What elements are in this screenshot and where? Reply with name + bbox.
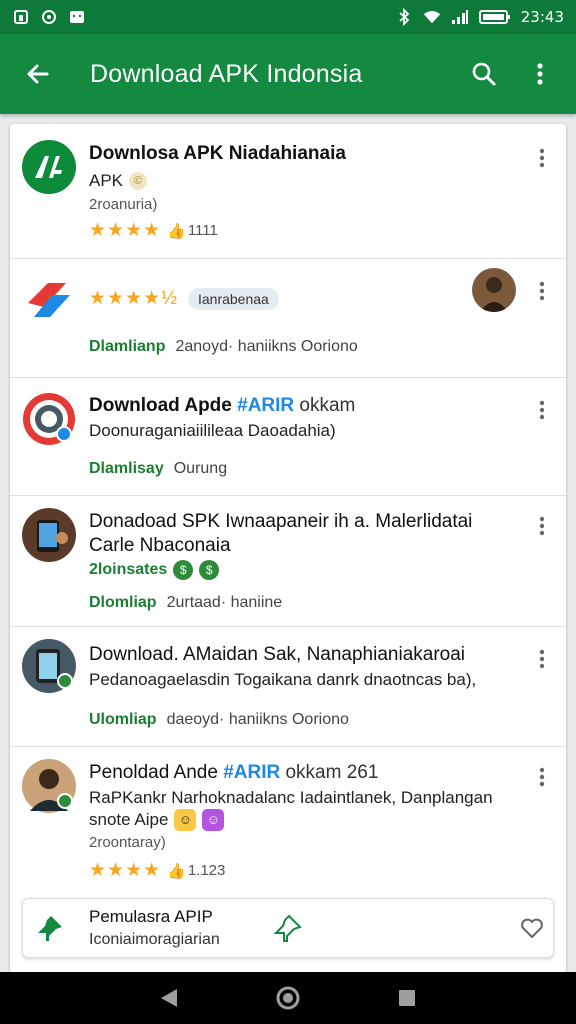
app-logo-icon	[22, 392, 76, 446]
wifi-icon	[423, 8, 441, 26]
app-thumbnail-icon	[22, 639, 76, 693]
thumbs-up-icon: 👍	[167, 222, 186, 240]
item-menu-button[interactable]	[530, 765, 554, 789]
list-item[interactable]: ★★★★½ Ianrabenaa Dlamlianp 2anoyd· hanii…	[10, 259, 566, 378]
list-item[interactable]: Donadoad SPK Iwnaapaneir ih a. Malerlida…	[10, 496, 566, 627]
emoji-icon: ☺	[202, 809, 225, 831]
bottom-promo-card[interactable]: Pemulasra APIP Iconiaimoragiarian	[22, 898, 554, 958]
category-chip[interactable]: Ianrabenaa	[187, 287, 279, 310]
square-recents-icon	[398, 990, 415, 1006]
item-meta: 2anoyd· haniikns Ooriono	[175, 338, 358, 355]
app-subtitle: APK	[89, 171, 124, 190]
app-title: Download. AMaidan Sak, Nanaphianiakaroai	[89, 644, 466, 665]
verified-icon: $	[173, 560, 194, 580]
circle-home-icon	[276, 986, 300, 1010]
download-count: 2roanuria)	[89, 196, 158, 213]
app-subtitle: RaPKankr Narhoknadalanc Iadaintlanek, Da…	[89, 788, 493, 807]
star-rating-icon: ★★★★½	[89, 288, 178, 309]
app-thumbnail-icon	[22, 508, 76, 562]
download-count: 2loinsates	[89, 561, 168, 578]
coin-icon: ©	[129, 172, 148, 190]
app-subtitle: Doonuraganiaiilileaa Daoadahia)	[89, 421, 336, 440]
more-vert-icon	[539, 400, 545, 420]
item-menu-button[interactable]	[530, 398, 554, 422]
more-vert-icon	[539, 767, 545, 787]
avatar	[22, 759, 76, 813]
list-item[interactable]: Download Apde #ARIR okkam Doonuraganiaii…	[10, 378, 566, 496]
app-subtitle-line2: snote Aipe	[89, 810, 169, 829]
system-nav-bar	[0, 972, 576, 1024]
app-title: Penoldad Ande	[89, 762, 218, 783]
list-item[interactable]: Downlosa APK Niadahianaia APK © 2roanuri…	[10, 124, 566, 259]
signal-icon	[451, 8, 469, 26]
bluetooth-icon	[395, 8, 413, 26]
promo-subtitle: Iconiaimoragiarian	[89, 931, 220, 948]
more-vert-icon	[537, 63, 543, 85]
pin-icon	[35, 913, 65, 943]
verified-icon: $	[199, 560, 220, 580]
download-link[interactable]: Dlamlianp	[89, 338, 165, 356]
notification-icon	[12, 8, 30, 26]
triangle-back-icon	[161, 989, 178, 1007]
star-rating-icon: ★★★★	[89, 220, 162, 241]
app-subtitle: Pedanoagaelasdin Togaikana danrk dnaotnc…	[89, 670, 477, 689]
star-rating-icon: ★★★★	[89, 860, 162, 881]
battery-icon	[478, 8, 511, 26]
overflow-menu-button[interactable]	[522, 56, 558, 92]
promo-title: Pemulasra APIP	[89, 907, 213, 926]
rating-count: 1111	[187, 222, 218, 239]
app-tag: #ARIR	[223, 762, 281, 783]
list-item[interactable]: Download. AMaidan Sak, Nanaphianiakaroai…	[10, 627, 566, 747]
item-meta: daeoyd· haniikns Ooriono	[166, 711, 349, 728]
message-icon	[68, 8, 86, 26]
more-vert-icon	[539, 281, 545, 301]
app-title: Downlosa APK Niadahianaia	[89, 143, 346, 164]
more-vert-icon	[539, 148, 545, 168]
search-icon	[472, 62, 496, 86]
item-meta: 2urtaad· haniine	[166, 594, 283, 611]
download-link[interactable]: Ulomliap	[89, 711, 157, 729]
back-button[interactable]	[18, 54, 58, 94]
app-tag: #ARIR	[237, 395, 295, 416]
heart-icon	[521, 918, 543, 938]
nav-back-button[interactable]	[149, 978, 189, 1018]
app-title-tail: okkam	[299, 395, 356, 416]
search-button[interactable]	[466, 56, 502, 92]
item-menu-button[interactable]	[530, 647, 554, 671]
app-title-tail: okkam 261	[285, 762, 379, 783]
app-title-line2: Carle Nbaconaia	[89, 535, 231, 556]
item-menu-button[interactable]	[530, 514, 554, 538]
item-menu-button[interactable]	[530, 279, 554, 303]
download-link[interactable]: Dlomliap	[89, 594, 157, 612]
more-vert-icon	[539, 649, 545, 669]
item-menu-button[interactable]	[530, 146, 554, 170]
pin-outline-icon[interactable]	[273, 913, 303, 943]
sync-icon	[40, 8, 58, 26]
page-title: Download APK Indonsia	[90, 59, 363, 88]
more-vert-icon	[539, 516, 545, 536]
app-title: Donadoad SPK Iwnaapaneir ih a. Malerlida…	[89, 511, 473, 532]
rating-count: 1.123	[187, 862, 226, 879]
download-count: 2roontaray)	[89, 834, 166, 851]
download-link[interactable]: Dlamlisay	[89, 460, 164, 478]
app-logo-icon	[22, 273, 76, 327]
app-bar: Download APK Indonsia	[0, 34, 576, 114]
app-title: Download Apde	[89, 395, 232, 416]
thumbs-up-icon: 👍	[167, 862, 186, 880]
nav-recents-button[interactable]	[387, 978, 427, 1018]
status-bar: 23:43	[0, 0, 576, 34]
favorite-button[interactable]	[519, 915, 545, 941]
nav-home-button[interactable]	[268, 978, 308, 1018]
app-logo-icon	[22, 140, 76, 194]
emoji-icon: ☺	[174, 809, 197, 831]
item-meta: Ourung	[173, 460, 228, 477]
status-time: 23:43	[520, 8, 564, 26]
apps-list-card: Downlosa APK Niadahianaia APK © 2roanuri…	[10, 124, 566, 974]
list-item[interactable]: Penoldad Ande #ARIR okkam 261 RaPKankr N…	[10, 747, 566, 897]
arrow-left-icon	[27, 64, 49, 84]
avatar	[472, 268, 516, 312]
